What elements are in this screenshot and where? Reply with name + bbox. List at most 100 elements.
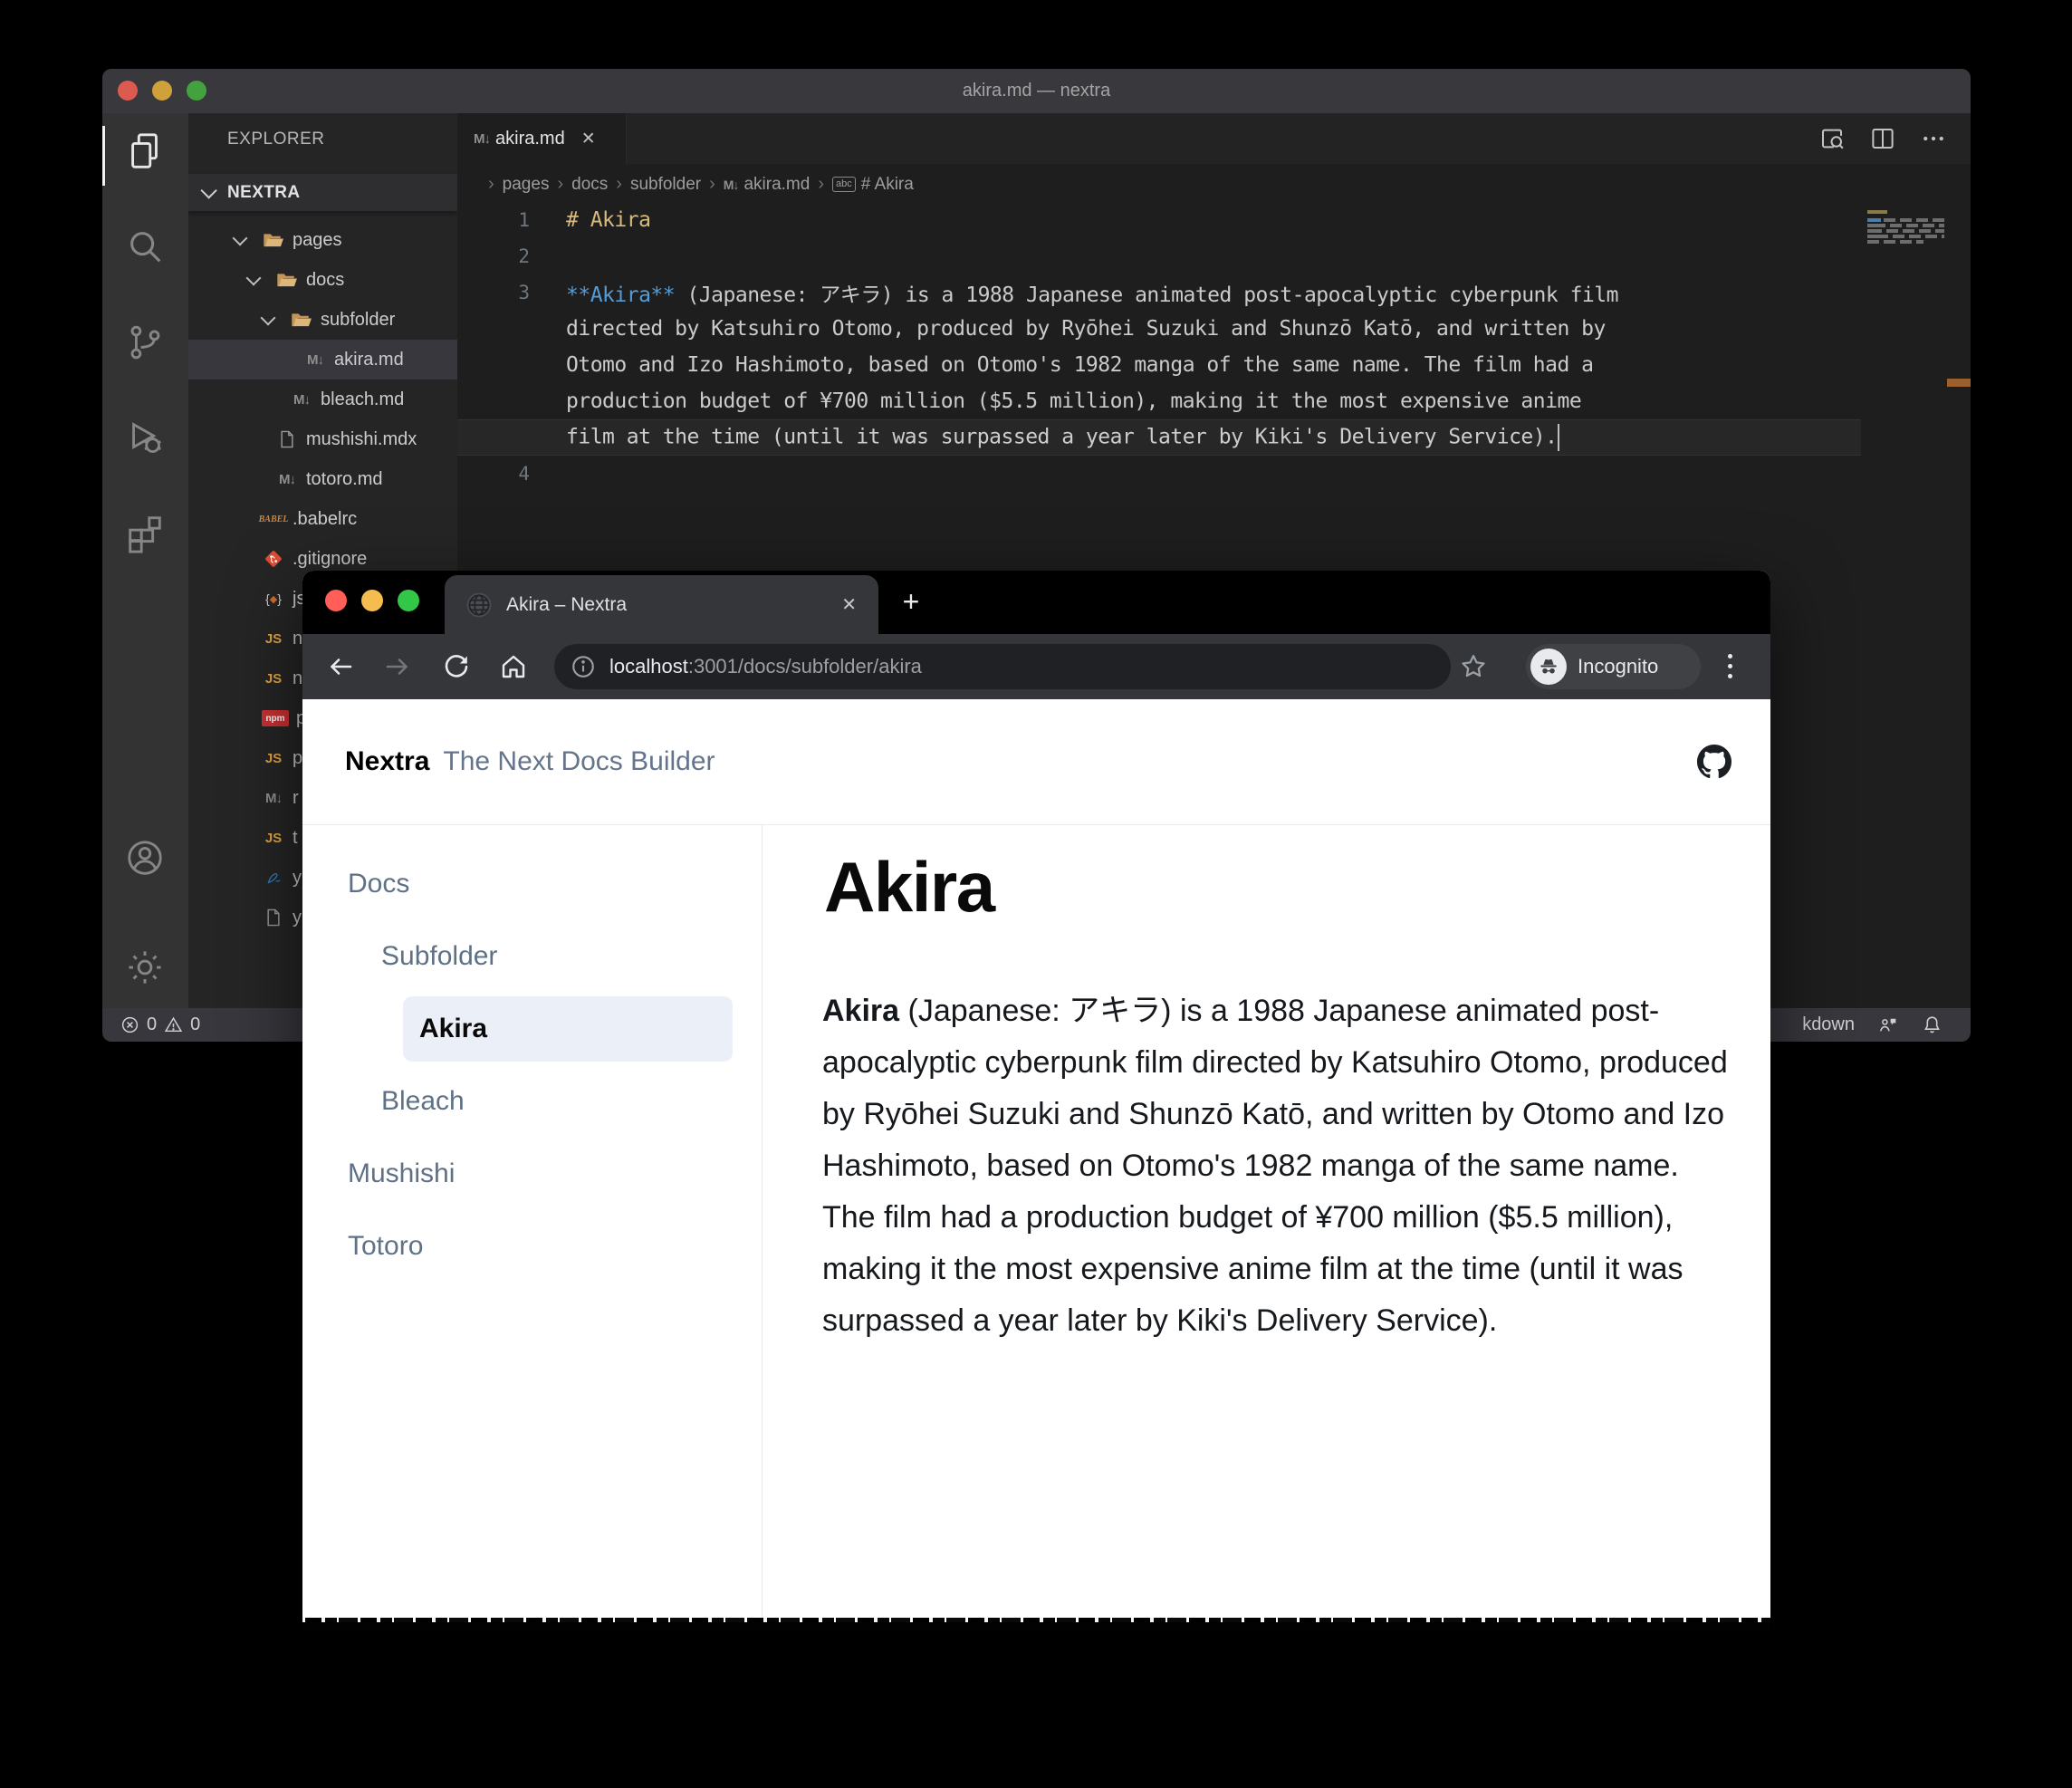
markdown-icon: M↓ bbox=[293, 391, 311, 408]
workspace-header[interactable]: NEXTRA bbox=[188, 174, 457, 211]
activity-bar bbox=[102, 113, 188, 1008]
tree-item-label: t bbox=[293, 827, 298, 848]
tree-item[interactable]: M↓ BABEL bbox=[188, 260, 457, 300]
source-control-icon[interactable] bbox=[124, 322, 166, 363]
problems-indicator[interactable]: 0 0 bbox=[120, 1014, 200, 1035]
language-mode[interactable]: kdown bbox=[1802, 1014, 1855, 1035]
more-actions-icon[interactable] bbox=[1920, 125, 1947, 152]
url-bar[interactable]: localhost:3001/docs/subfolder/akira bbox=[554, 644, 1451, 689]
site-header: Nextra The Next Docs Builder bbox=[302, 699, 1770, 825]
forward-icon[interactable] bbox=[381, 650, 414, 683]
sidebar-nav-item[interactable]: Totoro bbox=[302, 1214, 753, 1279]
github-icon[interactable] bbox=[1697, 745, 1731, 779]
docs-sidebar: Docs Subfolder Akira Bleach Mushishi Tot… bbox=[302, 824, 762, 1618]
tree-item-label: .gitignore bbox=[293, 548, 368, 569]
bookmark-star-icon[interactable] bbox=[1458, 651, 1489, 682]
site-brand[interactable]: Nextra bbox=[345, 746, 429, 777]
minimize-window-button[interactable] bbox=[361, 590, 383, 611]
js-icon: JS bbox=[264, 750, 283, 766]
error-count: 0 bbox=[147, 1014, 158, 1034]
feedback-icon[interactable] bbox=[1876, 1014, 1899, 1036]
tree-item-label: akira.md bbox=[334, 349, 404, 370]
site-info-icon[interactable] bbox=[570, 653, 597, 680]
tree-item-label: y bbox=[293, 867, 302, 888]
sidebar-nav-item[interactable]: Docs bbox=[302, 851, 753, 917]
home-icon[interactable] bbox=[497, 650, 530, 683]
line-number: 4 bbox=[518, 463, 530, 485]
tree-item[interactable]: M↓ BABEL bbox=[188, 340, 457, 380]
code-text: Otomo and Izo Hashimoto, based on Otomo'… bbox=[566, 353, 1594, 377]
zoom-window-button[interactable] bbox=[398, 590, 419, 611]
tree-item[interactable]: M↓ BABEL bbox=[188, 220, 457, 260]
code-line: 4 bbox=[457, 456, 1861, 492]
sidebar-nav-item[interactable]: Bleach bbox=[302, 1069, 753, 1134]
run-debug-icon[interactable] bbox=[124, 417, 166, 458]
tree-item[interactable]: M↓ BABEL bbox=[188, 499, 457, 539]
tree-item-label: y bbox=[293, 907, 302, 928]
explorer-icon[interactable] bbox=[124, 130, 166, 172]
window-bottom-artifact bbox=[302, 1618, 1770, 1631]
chevron-down-icon bbox=[260, 310, 276, 326]
back-icon[interactable] bbox=[324, 650, 357, 683]
folder-icon bbox=[275, 268, 299, 292]
chevron-down-icon bbox=[232, 230, 248, 246]
docs-content: Akira Akira (Japanese: アキラ) is a 1988 Ja… bbox=[762, 824, 1770, 1618]
explorer-title: EXPLORER bbox=[227, 130, 325, 149]
url-text: localhost:3001/docs/subfolder/akira bbox=[609, 655, 922, 678]
browser-toolbar: localhost:3001/docs/subfolder/akira Inco… bbox=[302, 634, 1770, 699]
tree-item-label: docs bbox=[306, 269, 345, 290]
code-line: Otomo and Izo Hashimoto, based on Otomo'… bbox=[457, 347, 1861, 383]
close-tab-icon[interactable]: ✕ bbox=[841, 593, 857, 616]
tree-item[interactable]: M↓ BABEL bbox=[188, 459, 457, 499]
incognito-icon bbox=[1530, 649, 1567, 685]
code-line: film at the time (until it was surpassed… bbox=[457, 419, 1861, 456]
warning-count: 0 bbox=[190, 1014, 201, 1034]
js-icon: JS bbox=[264, 670, 283, 687]
markdown-icon: M↓ bbox=[279, 471, 296, 487]
web-page: Nextra The Next Docs Builder Docs Subfol… bbox=[302, 699, 1770, 1618]
tree-item[interactable]: M↓ BABEL bbox=[188, 380, 457, 419]
reload-icon[interactable] bbox=[440, 650, 473, 683]
code-text: directed by Katsuhiro Otomo, produced by… bbox=[566, 317, 1606, 341]
code-text: (Japanese: アキラ) is a 1988 Japanese anima… bbox=[675, 284, 1618, 307]
chevron-down-icon bbox=[200, 182, 217, 199]
tree-item-label: bleach.md bbox=[321, 389, 405, 409]
close-window-button[interactable] bbox=[325, 590, 347, 611]
code-line: 2 bbox=[457, 238, 1861, 274]
browser-tab[interactable]: Akira – Nextra ✕ bbox=[445, 575, 878, 634]
code-text bbox=[1558, 424, 1560, 451]
tree-item-label: totoro.md bbox=[306, 468, 383, 489]
code-line: directed by Katsuhiro Otomo, produced by… bbox=[457, 311, 1861, 347]
tree-item[interactable]: M↓ BABEL bbox=[188, 300, 457, 340]
folder-icon bbox=[262, 228, 285, 252]
tree-item-label: n bbox=[293, 668, 303, 688]
workspace-name: NEXTRA bbox=[227, 182, 301, 202]
browser-titlebar[interactable]: Akira – Nextra ✕ + bbox=[302, 571, 1770, 634]
extensions-icon[interactable] bbox=[124, 512, 166, 553]
chevron-down-icon bbox=[245, 270, 262, 286]
bell-icon[interactable] bbox=[1921, 1014, 1943, 1036]
vscode-titlebar[interactable]: akira.md — nextra bbox=[102, 69, 1971, 113]
search-icon[interactable] bbox=[124, 226, 166, 267]
line-number: 1 bbox=[518, 209, 530, 231]
new-tab-button[interactable]: + bbox=[896, 587, 926, 618]
code-text: film at the time (until it was surpassed… bbox=[566, 425, 1558, 449]
browser-menu-icon[interactable] bbox=[1728, 654, 1732, 678]
code-line: 1 # Akira bbox=[457, 202, 1861, 238]
gear-icon[interactable] bbox=[124, 947, 166, 988]
tree-item-label: r bbox=[293, 787, 299, 808]
npm-icon: npm bbox=[262, 710, 289, 726]
browser-window: Akira – Nextra ✕ + localhost:3001/docs/s… bbox=[302, 571, 1770, 1631]
line-number: 3 bbox=[518, 282, 530, 303]
split-editor-icon[interactable] bbox=[1869, 125, 1896, 152]
globe-favicon bbox=[465, 591, 494, 620]
sidebar-nav-item[interactable]: Subfolder bbox=[302, 924, 753, 989]
sidebar-nav-item[interactable]: Akira bbox=[403, 996, 733, 1062]
tree-item[interactable]: M↓ BABEL bbox=[188, 419, 457, 459]
sidebar-nav-item[interactable]: Mushishi bbox=[302, 1141, 753, 1206]
account-icon[interactable] bbox=[124, 837, 166, 879]
minimap[interactable] bbox=[1866, 202, 1945, 401]
incognito-badge: Incognito bbox=[1526, 644, 1701, 689]
site-tagline: The Next Docs Builder bbox=[443, 746, 715, 776]
markdown-icon: M↓ bbox=[265, 790, 283, 806]
